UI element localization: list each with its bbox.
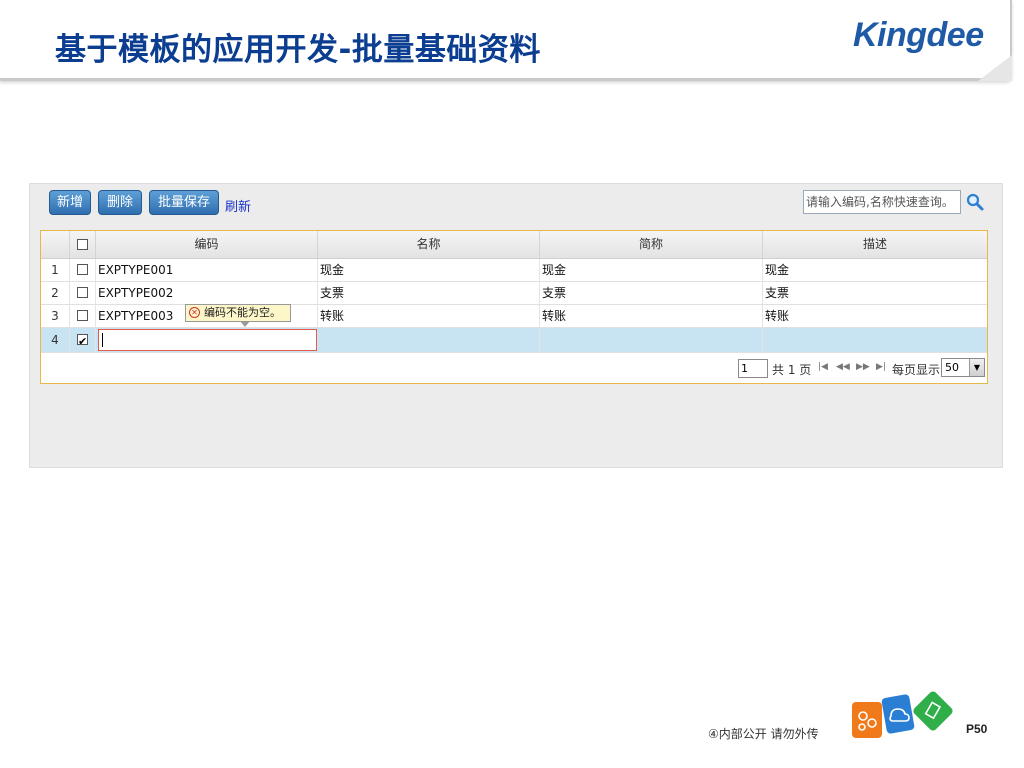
- per-page-value: 50: [945, 361, 959, 374]
- column-header-name[interactable]: 名称: [318, 231, 540, 258]
- cell-name[interactable]: 支票: [318, 282, 540, 304]
- cell-name[interactable]: [318, 328, 540, 352]
- slide-header: 基于模板的应用开发-批量基础资料 Kingdee: [0, 0, 1012, 81]
- row-checkbox[interactable]: [77, 287, 88, 298]
- text-caret: [102, 333, 103, 347]
- cell-code[interactable]: EXPTYPE002: [96, 282, 318, 304]
- row-checkbox[interactable]: [77, 264, 88, 275]
- per-page-select[interactable]: 50 ▼: [941, 358, 985, 377]
- cell-code[interactable]: EXPTYPE001: [96, 259, 318, 281]
- add-button[interactable]: 新增: [49, 190, 91, 215]
- row-number: 1: [41, 259, 70, 281]
- error-icon: ✕: [189, 307, 200, 318]
- kingdee-logo: Kingdee: [853, 16, 984, 54]
- grid-header: 编码 名称 简称 描述: [41, 231, 987, 259]
- chevron-down-icon[interactable]: ▼: [969, 359, 984, 376]
- per-page-label: 每页显示: [892, 363, 941, 377]
- prev-page-icon[interactable]: ◀◀: [836, 362, 850, 372]
- select-all-checkbox[interactable]: [77, 239, 88, 250]
- cell-description[interactable]: 支票: [763, 282, 987, 304]
- kingdee-cubes-icon: [852, 691, 953, 738]
- refresh-link[interactable]: 刷新: [225, 196, 251, 215]
- page-number: P50: [966, 722, 988, 736]
- pagination-bar: 共 1 页 |◀ ◀◀ ▶▶ ▶| 每页显示 50 ▼: [41, 355, 987, 383]
- total-pages-text: 共 1 页: [772, 363, 812, 377]
- row-checkbox-checked[interactable]: [77, 331, 88, 353]
- row-number: 4: [41, 328, 70, 352]
- column-header-code[interactable]: 编码: [96, 231, 318, 258]
- row-number: 3: [41, 305, 70, 327]
- row-checkbox[interactable]: [77, 310, 88, 321]
- column-header-short-name[interactable]: 简称: [540, 231, 763, 258]
- cell-name[interactable]: 现金: [318, 259, 540, 281]
- select-all-header: [70, 231, 96, 258]
- row-number: 2: [41, 282, 70, 304]
- validation-tooltip: ✕ 编码不能为空。: [185, 304, 291, 327]
- batch-save-button[interactable]: 批量保存: [149, 190, 219, 215]
- cell-short-name[interactable]: 转账: [540, 305, 763, 327]
- search-icon[interactable]: [965, 192, 985, 212]
- page-number-input[interactable]: [738, 359, 768, 378]
- cell-description[interactable]: [763, 328, 987, 352]
- code-edit-input[interactable]: [98, 329, 317, 351]
- next-page-icon[interactable]: ▶▶: [856, 362, 870, 372]
- column-header-description[interactable]: 描述: [763, 231, 987, 258]
- slide-title: 基于模板的应用开发-批量基础资料: [55, 32, 541, 68]
- table-row[interactable]: 1 EXPTYPE001 现金 现金 现金: [41, 259, 987, 282]
- cell-name[interactable]: 转账: [318, 305, 540, 327]
- validation-message: 编码不能为空。: [204, 306, 281, 319]
- tooltip-tail: [240, 321, 250, 327]
- cell-description[interactable]: 转账: [763, 305, 987, 327]
- first-page-icon[interactable]: |◀: [818, 362, 828, 372]
- row-number-header: [41, 231, 70, 258]
- cell-short-name[interactable]: 现金: [540, 259, 763, 281]
- table-row[interactable]: 3 EXPTYPE003 转账 转账 转账: [41, 305, 987, 328]
- data-grid: 编码 名称 简称 描述 1 EXPTYPE001 现金 现金 现金 2 EXPT…: [40, 230, 988, 384]
- table-row[interactable]: 2 EXPTYPE002 支票 支票 支票: [41, 282, 987, 305]
- batch-basic-data-panel: 新增 删除 批量保存 刷新 编码 名称 简称 描述 1 EXPTYPE001 现…: [29, 183, 1003, 468]
- footer-note: ④内部公开 请勿外传: [708, 727, 819, 741]
- delete-button[interactable]: 删除: [98, 190, 142, 215]
- cell-short-name[interactable]: [540, 328, 763, 352]
- table-row-editing[interactable]: 4: [41, 328, 987, 353]
- cell-short-name[interactable]: 支票: [540, 282, 763, 304]
- cell-description[interactable]: 现金: [763, 259, 987, 281]
- last-page-icon[interactable]: ▶|: [876, 362, 886, 372]
- search-input[interactable]: [803, 190, 961, 214]
